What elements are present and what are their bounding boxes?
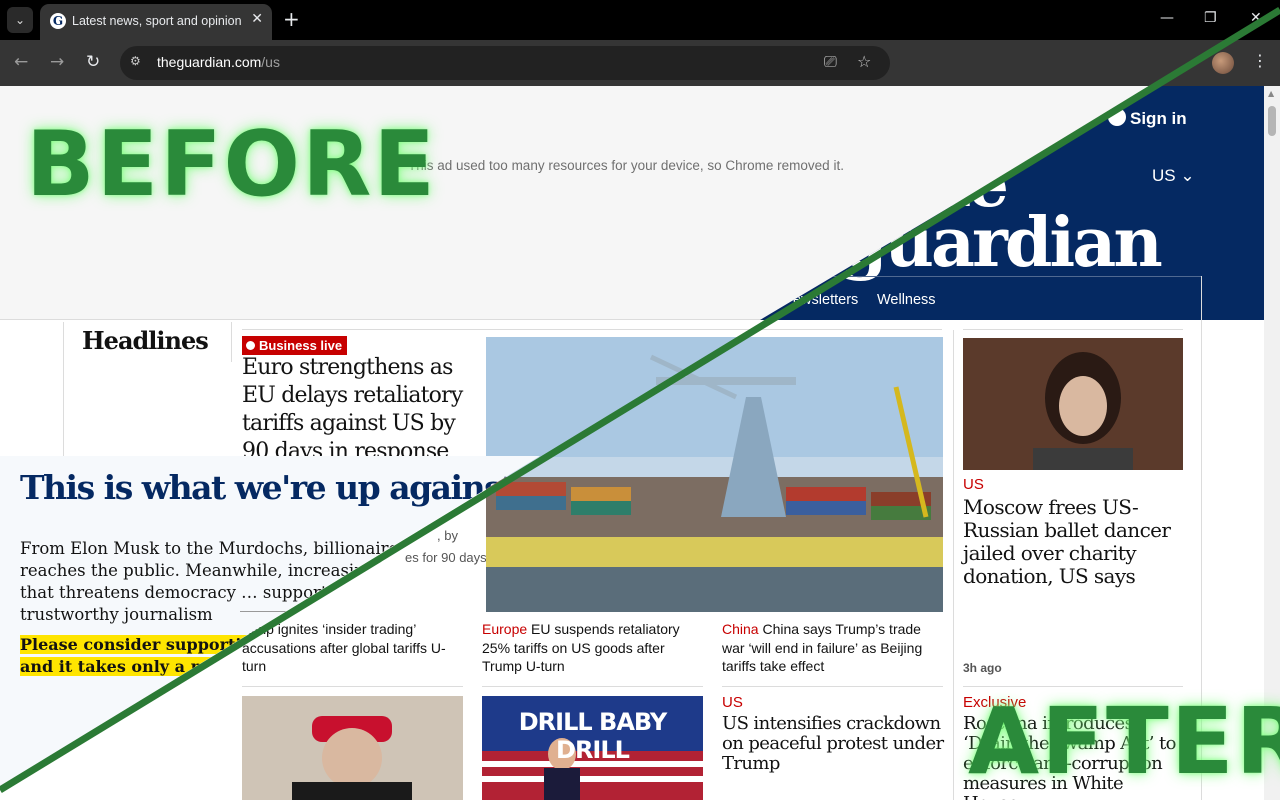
scroll-thumb[interactable] (1268, 106, 1276, 136)
minimize-icon[interactable]: — (1160, 10, 1174, 26)
edition-selector[interactable]: US ⌄ (1152, 166, 1195, 186)
sign-in-link[interactable]: Sign in (1108, 108, 1187, 129)
site-info-icon[interactable]: ⚙ (130, 54, 146, 70)
section-rule (963, 329, 1183, 330)
url-path: /us (261, 54, 280, 70)
tab-close-icon[interactable]: ✕ (251, 11, 263, 27)
browser-tab-bar: ⌄ G Latest news, sport and opinion from … (0, 0, 1280, 40)
story-timestamp: 3h ago (963, 661, 1002, 675)
profile-avatar[interactable] (1212, 52, 1234, 74)
rally-banner-text: DRILL BABY DRILL (518, 708, 668, 764)
support-title: This is what we're up against (20, 468, 516, 507)
after-label: AFTER (968, 688, 1280, 795)
column-divider (63, 322, 64, 462)
ad-removed-message: This ad used too many resources for your… (408, 158, 844, 173)
story-link[interactable]: Europe EU suspends retaliatory 25% tarif… (482, 620, 698, 676)
reload-icon[interactable]: ↻ (86, 52, 100, 72)
new-tab-button[interactable]: + (283, 8, 300, 30)
main-headline[interactable]: Euro strengthens as EU delays retaliator… (242, 354, 482, 466)
menu-kebab-icon[interactable]: ⋮ (1252, 51, 1268, 70)
section-rule (722, 686, 943, 687)
live-badge-label: Business live (259, 338, 343, 353)
story-link[interactable]: rump ignites ‘insider trading’ accusatio… (242, 620, 462, 676)
story-kicker: US (963, 476, 984, 493)
rally-photo[interactable]: DRILL BABY DRILL (482, 696, 703, 800)
close-window-icon[interactable]: ✕ (1250, 10, 1262, 26)
support-divider (240, 611, 382, 612)
guardian-favicon-icon: G (50, 13, 66, 29)
url-host: theguardian.com (157, 54, 262, 70)
story-kicker: China (722, 621, 759, 637)
dancer-portrait-photo[interactable] (963, 338, 1183, 470)
scroll-up-icon[interactable]: ▲ (1268, 89, 1274, 98)
column-divider (953, 330, 954, 800)
bookmark-star-icon[interactable]: ☆ (857, 52, 871, 71)
story-text: rump ignites ‘insider trading’ accusatio… (242, 621, 446, 674)
live-badge: Business live (242, 336, 348, 355)
port-crane-photo[interactable] (486, 337, 943, 612)
story-headline[interactable]: US intensifies crackdown on peaceful pro… (722, 714, 944, 774)
column-divider (231, 322, 232, 362)
browser-toolbar: ← → ↻ ⚙ theguardian.com/us ⎚ ☆ ⋮ (0, 40, 1280, 86)
musk-photo[interactable] (242, 696, 463, 800)
section-rule (482, 686, 703, 687)
before-label: BEFORE (26, 112, 437, 217)
forward-arrow-icon[interactable]: → (50, 52, 64, 72)
nav-item-wellness[interactable]: Wellness (877, 292, 936, 308)
live-dot-icon (246, 341, 255, 350)
install-app-icon[interactable]: ⎚ (824, 52, 837, 72)
url-text[interactable]: theguardian.com/us (157, 54, 280, 70)
story-kicker: Europe (482, 621, 528, 637)
tab-title: Latest news, sport and opinion from the … (72, 14, 244, 28)
section-rule (242, 329, 942, 330)
story-link[interactable]: China China says Trump’s trade war ‘will… (722, 620, 944, 676)
section-title: Headlines (82, 326, 209, 355)
section-rule (242, 686, 463, 687)
story-kicker: US (722, 694, 743, 711)
sign-in-label: Sign in (1130, 109, 1187, 128)
section-rule (963, 686, 1183, 687)
story-headline[interactable]: Moscow frees US-Russian ballet dancer ja… (963, 496, 1173, 588)
active-tab[interactable]: G Latest news, sport and opinion from th… (40, 4, 272, 40)
tab-search-button[interactable]: ⌄ (7, 7, 33, 33)
back-arrow-icon[interactable]: ← (14, 52, 28, 72)
address-bar[interactable]: ⚙ theguardian.com/us ⎚ ☆ (120, 46, 890, 80)
restore-icon[interactable]: ❐ (1204, 10, 1217, 26)
